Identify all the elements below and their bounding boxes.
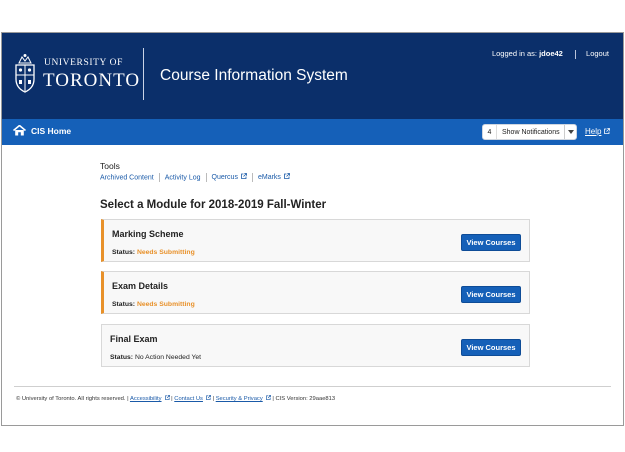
module-card-final-exam: Final Exam Status: No Action Needed Yet … bbox=[101, 324, 530, 367]
university-name-line2: TORONTO bbox=[43, 70, 141, 91]
status-value: No Action Needed Yet bbox=[134, 354, 202, 361]
header-banner: UNIVERSITY OF TORONTO Course Information… bbox=[2, 33, 623, 119]
status-value: Needs Submitting bbox=[136, 249, 195, 256]
page-heading: Select a Module for 2018-2019 Fall-Winte… bbox=[100, 199, 327, 211]
tools-divider bbox=[251, 173, 253, 182]
module-title: Final Exam bbox=[110, 334, 158, 344]
module-card-marking-scheme: Marking Scheme Status: Needs Submitting … bbox=[101, 219, 530, 262]
view-courses-button[interactable]: View Courses bbox=[461, 339, 521, 356]
help-link[interactable]: Help bbox=[585, 127, 611, 136]
external-link-icon bbox=[284, 173, 290, 180]
notifications-dropdown[interactable]: 4 Show Notifications bbox=[482, 124, 577, 140]
notification-count: 4 bbox=[483, 125, 497, 139]
external-link-icon bbox=[241, 173, 247, 180]
accessibility-label: Accessibility bbox=[129, 396, 162, 402]
module-card-exam-details: Exam Details Status: Needs Submitting Vi… bbox=[101, 271, 530, 314]
external-link-icon bbox=[206, 395, 211, 400]
show-notifications-button[interactable]: Show Notifications bbox=[497, 129, 564, 136]
tools-divider bbox=[158, 173, 160, 182]
view-courses-button[interactable]: View Courses bbox=[461, 286, 521, 303]
status-label: Status: bbox=[112, 301, 136, 308]
module-status: Status: No Action Needed Yet bbox=[110, 354, 201, 361]
status-label: Status: bbox=[110, 354, 134, 361]
username: jdoe42 bbox=[539, 49, 563, 58]
archived-content-link[interactable]: Archived Content bbox=[100, 174, 154, 181]
accessibility-link[interactable]: Accessibility bbox=[129, 395, 170, 402]
external-link-icon bbox=[265, 395, 271, 400]
security-privacy-label: Security & Privacy bbox=[215, 396, 263, 402]
cis-home-link[interactable]: CIS Home bbox=[13, 125, 71, 136]
quercus-label: Quercus bbox=[211, 174, 238, 182]
module-status: Status: Needs Submitting bbox=[112, 301, 195, 308]
emarks-label: eMarks bbox=[257, 174, 281, 182]
tools-links: Archived Content Activity Log Quercus eMark… bbox=[100, 173, 290, 182]
user-area: Logged in as: jdoe42 Logout bbox=[492, 49, 609, 59]
footer: © University of Toronto. All rights rese… bbox=[16, 395, 336, 402]
banner-divider bbox=[143, 48, 144, 100]
status-label: Status: bbox=[112, 249, 136, 256]
contact-us-link[interactable]: Contact Us bbox=[174, 395, 211, 402]
home-icon bbox=[13, 125, 26, 136]
footer-divider bbox=[14, 386, 611, 387]
cis-home-label: CIS Home bbox=[31, 125, 72, 136]
module-title: Marking Scheme bbox=[112, 229, 184, 239]
module-status: Status: Needs Submitting bbox=[112, 249, 195, 256]
contact-us-label: Contact Us bbox=[174, 396, 203, 402]
activity-log-link[interactable]: Activity Log bbox=[165, 174, 201, 181]
copyright-text: © University of Toronto. All rights rese… bbox=[16, 396, 126, 402]
notifications-toggle[interactable] bbox=[564, 125, 576, 139]
external-link-icon bbox=[164, 395, 170, 400]
quercus-link[interactable]: Quercus bbox=[211, 173, 247, 182]
university-name-line1: UNIVERSITY OF bbox=[44, 58, 123, 68]
help-label: Help bbox=[585, 127, 602, 136]
cis-version: CIS Version: 29aae813 bbox=[275, 396, 336, 402]
caret-down-icon bbox=[567, 130, 574, 134]
tools-heading: Tools bbox=[100, 161, 120, 171]
tools-divider bbox=[205, 173, 207, 182]
external-link-icon bbox=[604, 128, 611, 134]
crest-icon bbox=[15, 54, 35, 93]
logged-in-prefix: Logged in as: bbox=[491, 49, 540, 58]
app-window: UNIVERSITY OF TORONTO Course Information… bbox=[1, 32, 624, 426]
emarks-link[interactable]: eMarks bbox=[257, 173, 290, 182]
navbar: CIS Home 4 Show Notifications Help bbox=[2, 119, 623, 145]
module-title: Exam Details bbox=[112, 281, 169, 291]
user-area-divider bbox=[574, 49, 576, 59]
view-courses-button[interactable]: View Courses bbox=[461, 234, 521, 251]
logout-link[interactable]: Logout bbox=[586, 49, 609, 58]
security-privacy-link[interactable]: Security & Privacy bbox=[215, 395, 271, 402]
university-logo[interactable]: UNIVERSITY OF TORONTO bbox=[14, 53, 139, 97]
app-title: Course Information System bbox=[160, 67, 348, 84]
status-value: Needs Submitting bbox=[136, 301, 195, 308]
